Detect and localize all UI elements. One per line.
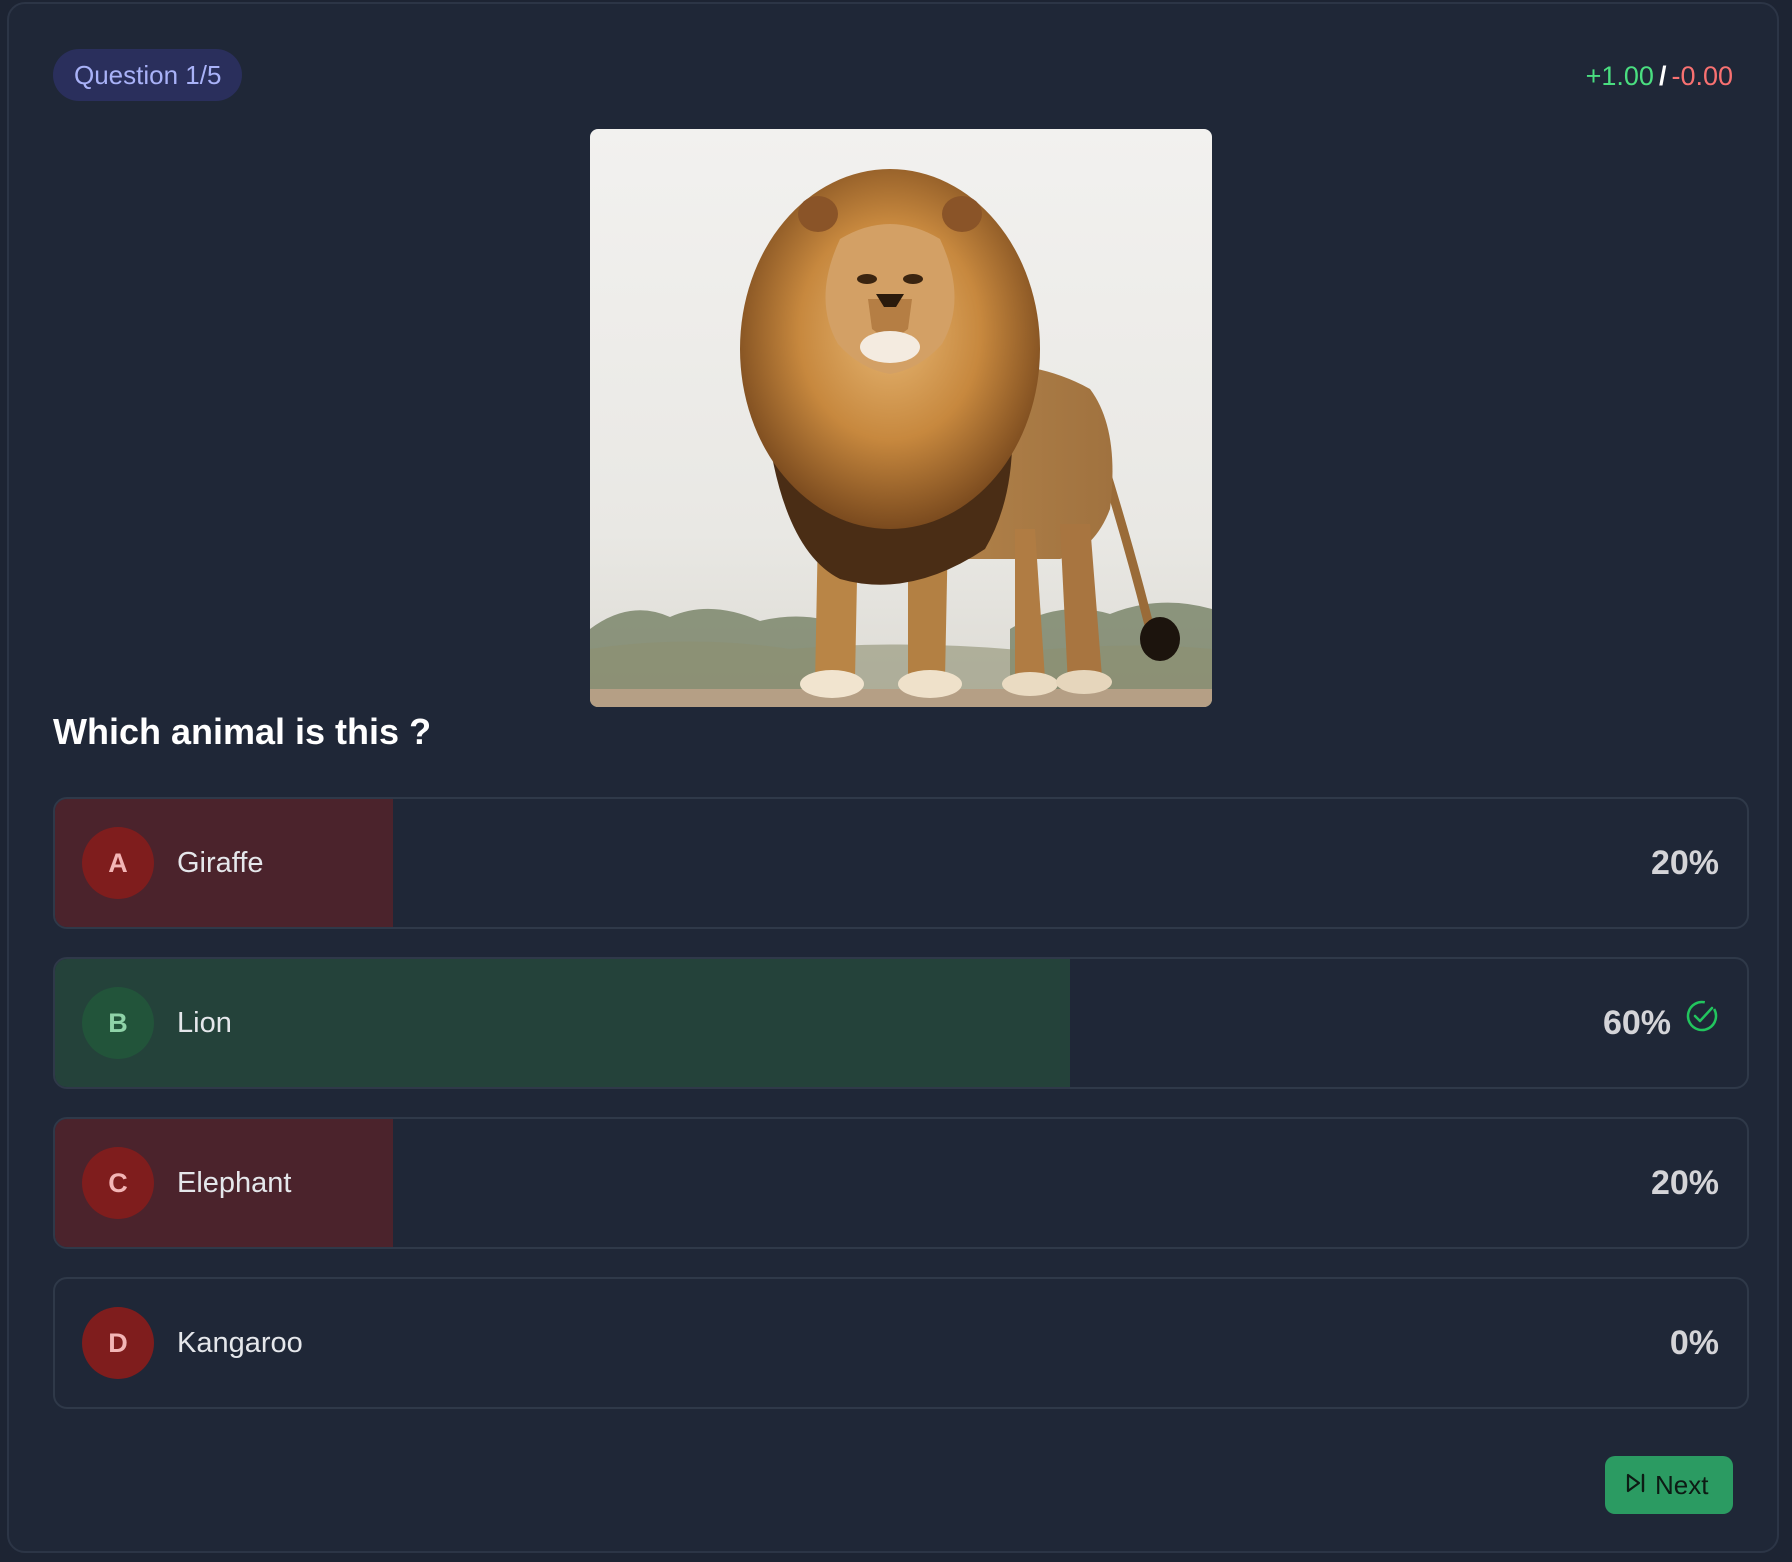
option-letter-d: D [82, 1307, 154, 1379]
option-percent-c: 20% [1651, 1119, 1719, 1247]
option-percent-a: 20% [1651, 799, 1719, 927]
option-percent-b: 60% [1603, 959, 1719, 1087]
skip-forward-icon [1625, 1456, 1647, 1514]
lion-image [590, 129, 1212, 707]
answer-option-d[interactable]: D Kangaroo 0% [53, 1277, 1749, 1409]
quiz-card: Question 1/5 +1.00/-0.00 Which animal is… [7, 2, 1779, 1553]
option-label-b: Lion [177, 1007, 232, 1039]
option-percent-value-b: 60% [1602, 1004, 1671, 1042]
option-percent-d: 0% [1670, 1279, 1719, 1407]
option-percent-value-c: 20% [1650, 1164, 1719, 1202]
answer-options: A Giraffe 20% B Lion 60% C Elephant 20% … [53, 797, 1749, 1437]
answer-option-b[interactable]: B Lion 60% [53, 957, 1749, 1089]
score-display: +1.00/-0.00 [1586, 56, 1733, 96]
option-letter-c: C [82, 1147, 154, 1219]
score-plus: +1.00 [1585, 61, 1654, 91]
option-label-a: Giraffe [177, 847, 264, 879]
next-button-label: Next [1655, 1470, 1709, 1500]
answer-option-a[interactable]: A Giraffe 20% [53, 797, 1749, 929]
score-separator: / [1658, 61, 1667, 91]
question-counter-badge: Question 1/5 [53, 49, 243, 101]
next-button[interactable]: Next [1605, 1456, 1733, 1514]
answer-option-c[interactable]: C Elephant 20% [53, 1117, 1749, 1249]
option-percent-value-d: 0% [1669, 1324, 1719, 1362]
question-text: Which animal is this ? [53, 711, 432, 752]
check-circle-icon [1685, 959, 1719, 1086]
option-letter-a: A [82, 827, 154, 899]
option-label-d: Kangaroo [177, 1327, 303, 1359]
option-percent-value-a: 20% [1650, 844, 1719, 882]
option-letter-b: B [82, 987, 154, 1059]
question-image [590, 129, 1212, 707]
option-label-c: Elephant [177, 1167, 292, 1199]
score-minus: -0.00 [1671, 61, 1733, 91]
